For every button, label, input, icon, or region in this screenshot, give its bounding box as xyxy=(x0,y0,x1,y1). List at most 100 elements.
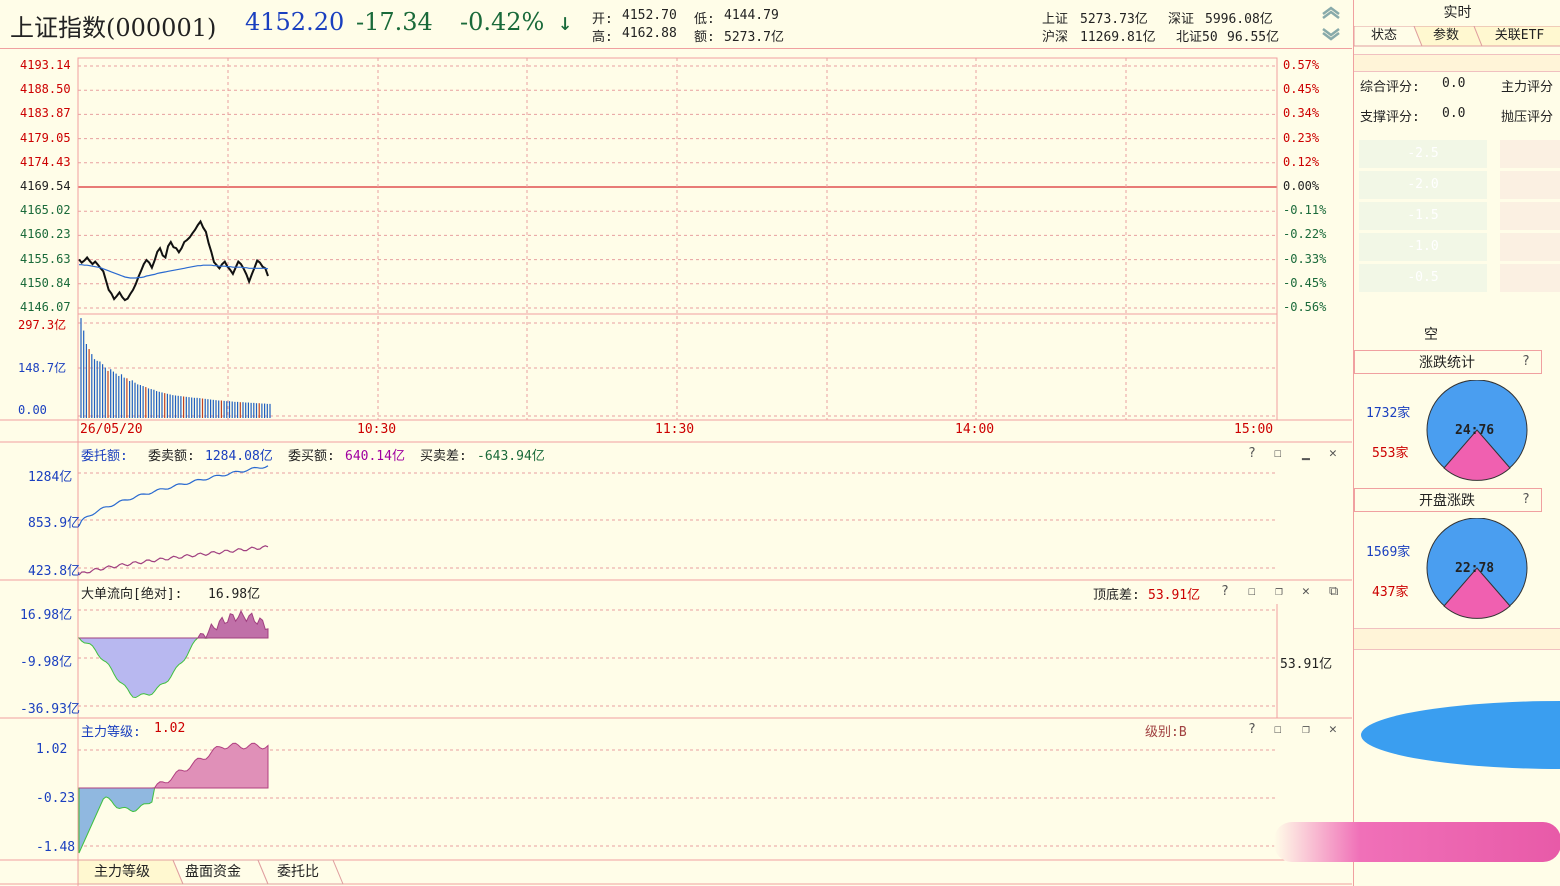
bigorder-positive-area xyxy=(79,609,269,640)
price-tick-label: 4146.07 xyxy=(20,300,71,314)
tab-entrust-ratio[interactable]: 委托比 xyxy=(268,861,328,883)
pct-tick-label: -0.45% xyxy=(1283,275,1327,290)
entrust-buy-value: 640.14亿 xyxy=(345,449,405,464)
collapse-up-icon[interactable] xyxy=(1320,4,1342,24)
high-value: 4162.88 xyxy=(622,26,677,41)
stat-title: 涨跌统计 xyxy=(1419,355,1475,371)
price-tick-label: 4155.63 xyxy=(20,251,71,266)
pct-tick-label: 0.23% xyxy=(1283,130,1320,145)
bz-label: 北证50 xyxy=(1176,30,1218,45)
score-bar-right xyxy=(1500,233,1560,261)
mainforce-tick-label: 1.02 xyxy=(36,742,68,757)
volume-tick-label: 297.3亿 xyxy=(18,318,67,332)
current-price: 4152.20 xyxy=(245,8,345,36)
mainforce-value: 1.02 xyxy=(154,721,186,736)
tab-panel-funds[interactable]: 盘面资金 xyxy=(176,861,250,883)
entrust-sell-value: 1284.08亿 xyxy=(205,449,273,464)
mainforce-help-icon[interactable]: ? xyxy=(1248,722,1256,737)
entrust-help-icon[interactable]: ? xyxy=(1248,446,1256,461)
time-tick-label: 26/05/20 xyxy=(80,422,143,437)
high-label: 高: xyxy=(592,30,613,45)
score-bar-left: -0.5 xyxy=(1359,264,1487,292)
right-panel: 实时 状态 参数 关联ETF 综合评分: 0.0 主力评分 支撑评分: 0.0 … xyxy=(1274,0,1560,886)
entrust-tick-label: 1284亿 xyxy=(28,470,73,485)
open-down-count: 437家 xyxy=(1372,585,1409,600)
expand-down-icon[interactable] xyxy=(1320,26,1342,46)
score-mainforce-label: 主力评分 xyxy=(1501,80,1554,95)
price-tick-label: 4165.02 xyxy=(20,203,71,218)
entrust-sell-line xyxy=(78,465,269,527)
tab-params[interactable]: 参数 xyxy=(1416,26,1476,46)
tab-status[interactable]: 状态 xyxy=(1354,26,1414,46)
amount-value: 5273.7亿 xyxy=(724,30,784,45)
bigorder-tick-label: -36.93亿 xyxy=(20,702,80,717)
pct-tick-label: -0.11% xyxy=(1283,203,1327,218)
pct-tick-label: 0.00% xyxy=(1283,179,1320,193)
pct-tick-label: 0.57% xyxy=(1283,58,1320,72)
score-bar-left: -1.5 xyxy=(1359,202,1487,230)
bigorder-close-icon[interactable]: ✕ xyxy=(1302,584,1310,599)
tab-mainforce-level[interactable]: 主力等级 xyxy=(86,861,158,883)
time-tick-label: 11:30 xyxy=(655,422,695,437)
bigorder-value: 16.98亿 xyxy=(208,587,261,602)
down-arrow-icon: ↓ xyxy=(558,8,573,36)
volume-tick-label: 148.7亿 xyxy=(18,361,67,375)
bigorder-right-value: 53.91亿 xyxy=(1280,657,1333,672)
main-chart-area[interactable] xyxy=(0,48,1352,886)
low-label: 低: xyxy=(694,12,715,27)
entrust-grid xyxy=(78,472,1277,569)
score-support-label: 支撑评分: xyxy=(1360,110,1420,125)
entrust-diff-value: -643.94亿 xyxy=(477,449,545,464)
price-tick-label: 4150.84 xyxy=(20,275,71,290)
entrust-max-icon[interactable]: ☐ xyxy=(1274,446,1282,461)
open-ratio: 22:78 xyxy=(1455,561,1495,576)
price-tick-label: 4183.87 xyxy=(20,106,71,121)
stat-help-icon[interactable]: ? xyxy=(1522,354,1530,369)
hs-label: 沪深 xyxy=(1042,30,1069,45)
entrust-tick-label: 853.9亿 xyxy=(28,516,81,531)
score-bar-left: -2.0 xyxy=(1359,171,1487,199)
open-help-icon[interactable]: ? xyxy=(1522,492,1530,507)
mainforce-close-icon[interactable]: ✕ xyxy=(1329,722,1337,737)
empty-label: 空 xyxy=(1424,327,1438,343)
bigorder-negative-area xyxy=(77,637,268,699)
mainforce-restore-icon[interactable]: ❐ xyxy=(1302,722,1310,737)
bigorder-title: 大单流向[绝对]: xyxy=(81,587,183,602)
open-label: 开: xyxy=(592,12,613,27)
bigorder-help-icon[interactable]: ? xyxy=(1221,584,1229,599)
entrust-min-icon[interactable]: ▁ xyxy=(1302,446,1310,461)
bigorder-tick-label: 16.98亿 xyxy=(20,608,73,623)
entrust-lines xyxy=(78,465,269,576)
score-composite-label: 综合评分: xyxy=(1360,80,1420,95)
stat-ratio: 24:76 xyxy=(1455,423,1495,438)
bigorder-max-icon[interactable]: ☐ xyxy=(1248,584,1256,599)
time-tick-label: 10:30 xyxy=(357,422,397,437)
hs-value: 11269.81亿 xyxy=(1080,30,1156,45)
price-tick-label: 4188.50 xyxy=(20,82,71,97)
bigorder-area xyxy=(77,609,269,699)
mainforce-tick-label: -0.23 xyxy=(36,791,76,806)
pct-tick-label: -0.56% xyxy=(1283,300,1327,314)
blue-ellipse-shape xyxy=(1361,701,1560,769)
score-composite-value: 0.0 xyxy=(1442,76,1466,91)
mainforce-max-icon[interactable]: ☐ xyxy=(1274,722,1282,737)
open-title: 开盘涨跌 xyxy=(1419,493,1475,509)
bigorder-restore-icon[interactable]: ❐ xyxy=(1275,584,1283,599)
score-pressure-label: 抛压评分 xyxy=(1501,110,1554,125)
tab-related-etf[interactable]: 关联ETF xyxy=(1478,26,1560,46)
time-tick-label: 15:00 xyxy=(1234,422,1274,437)
realtime-title: 实时 xyxy=(1443,5,1472,21)
right-strip xyxy=(1354,54,1560,72)
sz-label: 深证 xyxy=(1168,12,1195,27)
price-change-pct: -0.42% xyxy=(460,8,545,36)
entrust-title: 委托额: xyxy=(81,449,128,464)
score-bar-right xyxy=(1500,202,1560,230)
price-line xyxy=(78,219,269,302)
index-name: 上证指数(000001) xyxy=(10,14,217,42)
bigorder-pin-icon[interactable]: ⧉ xyxy=(1329,584,1338,599)
price-grid xyxy=(78,58,1277,420)
score-bar-left: -2.5 xyxy=(1359,140,1487,168)
open-value: 4152.70 xyxy=(622,8,677,23)
entrust-close-icon[interactable]: ✕ xyxy=(1329,446,1337,461)
entrust-buy-line xyxy=(78,545,269,576)
